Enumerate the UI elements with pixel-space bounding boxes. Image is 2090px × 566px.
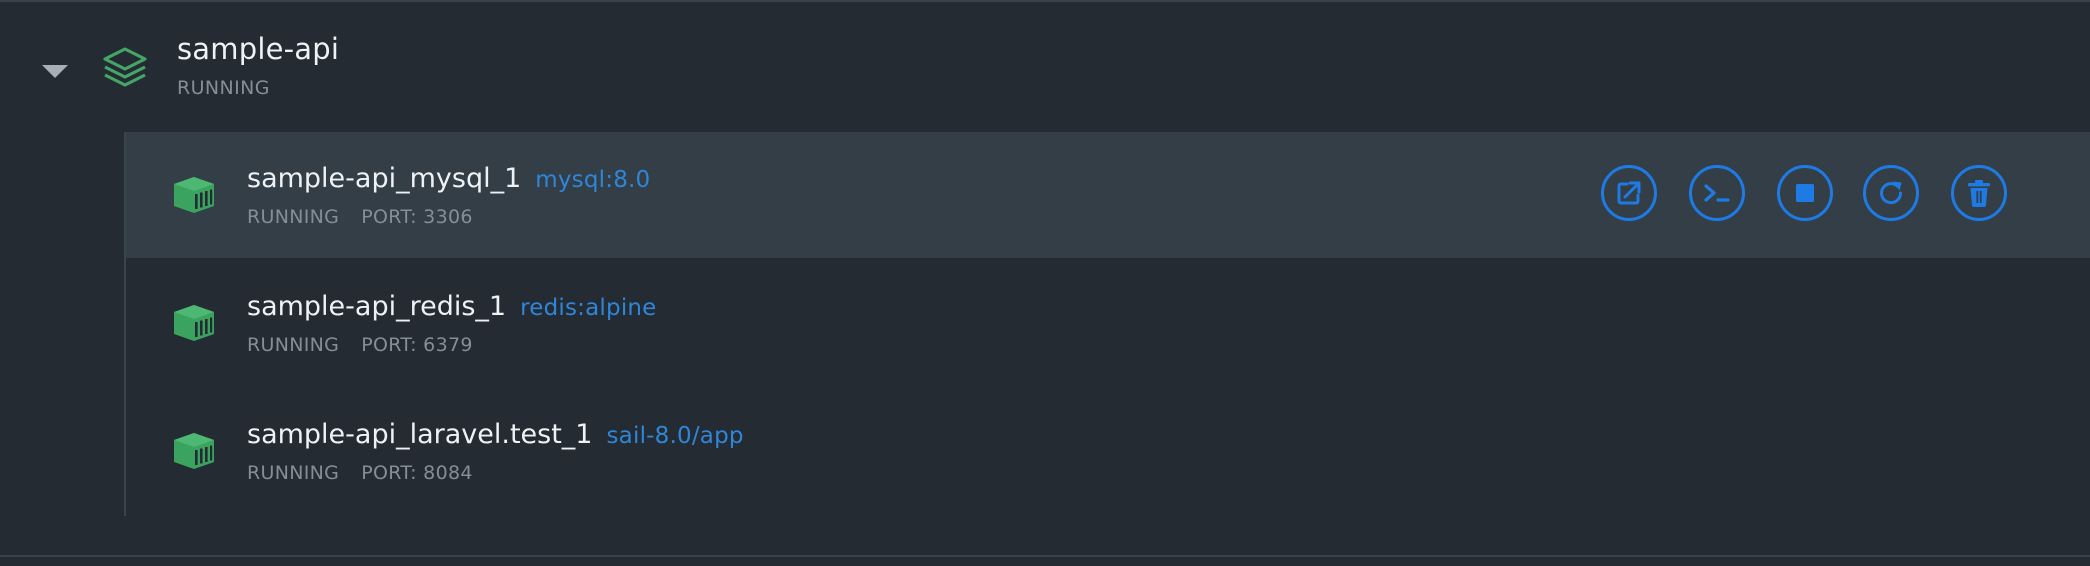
container-port: PORT: 8084 [361, 462, 473, 484]
app-group-status: RUNNING [177, 77, 270, 99]
restart-button[interactable] [1863, 165, 1919, 221]
container-icon [174, 305, 214, 341]
app-group-panel: sample-api RUNNING sample-api_mysql_1 mys… [0, 0, 2090, 566]
stop-button[interactable] [1777, 165, 1833, 221]
container-name: sample-api_mysql_1 mysql:8.0 [247, 163, 650, 194]
stack-icon [103, 47, 147, 87]
collapse-caret-icon[interactable] [42, 65, 68, 78]
open-in-browser-button[interactable] [1601, 165, 1657, 221]
container-port: PORT: 6379 [361, 334, 473, 356]
container-image-tag[interactable]: mysql:8.0 [535, 167, 650, 193]
container-row-redis[interactable]: sample-api_redis_1 redis:alpine RUNNING PO… [126, 260, 2090, 386]
cli-icon [1704, 184, 1730, 202]
container-row-mysql[interactable]: sample-api_mysql_1 mysql:8.0 RUNNING PORT:… [126, 132, 2090, 258]
container-port: PORT: 3306 [361, 206, 473, 228]
app-group-name: sample-api [177, 32, 340, 66]
container-name: sample-api_laravel.test_1 sail-8.0/app [247, 419, 744, 450]
container-status: RUNNING [247, 206, 340, 228]
container-name-text: sample-api_redis_1 [247, 291, 507, 322]
delete-icon [1968, 180, 1990, 207]
container-status: RUNNING [247, 462, 340, 484]
bottom-divider [0, 555, 2090, 557]
open-in-browser-icon [1617, 181, 1641, 205]
container-meta: RUNNING PORT: 3306 [247, 206, 473, 228]
container-image-tag[interactable]: redis:alpine [520, 295, 656, 321]
container-meta: RUNNING PORT: 8084 [247, 462, 473, 484]
delete-button[interactable] [1951, 165, 2007, 221]
container-name: sample-api_redis_1 redis:alpine [247, 291, 657, 322]
container-status: RUNNING [247, 334, 340, 356]
container-icon [174, 433, 214, 469]
stop-icon [1796, 184, 1814, 202]
container-name-text: sample-api_laravel.test_1 [247, 419, 593, 450]
container-icon [174, 177, 214, 213]
restart-icon [1880, 181, 1903, 205]
container-name-text: sample-api_mysql_1 [247, 163, 522, 194]
app-group-header[interactable]: sample-api RUNNING [0, 2, 2090, 130]
container-meta: RUNNING PORT: 6379 [247, 334, 473, 356]
cli-button[interactable] [1689, 165, 1745, 221]
container-image-tag[interactable]: sail-8.0/app [607, 423, 744, 449]
container-row-laravel[interactable]: sample-api_laravel.test_1 sail-8.0/app RU… [126, 388, 2090, 514]
